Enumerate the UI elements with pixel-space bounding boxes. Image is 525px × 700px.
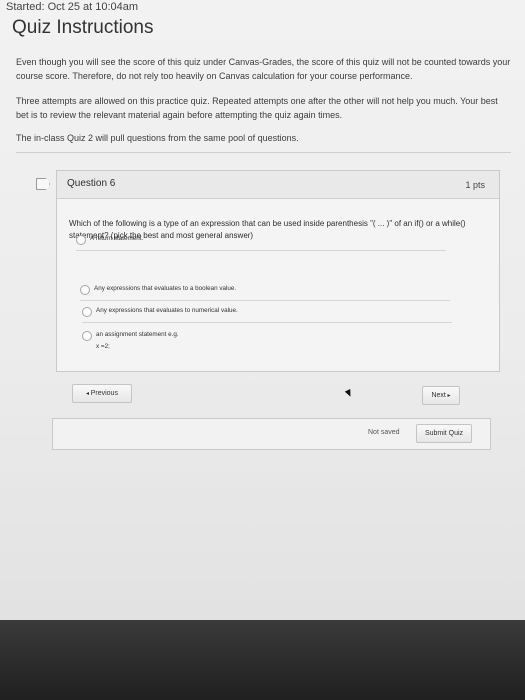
previous-label: Previous: [90, 390, 118, 397]
answer-label: an assignment statement e.g.: [96, 331, 179, 338]
question-points: 1 pts: [465, 180, 485, 190]
submit-label: Submit Quiz: [424, 430, 464, 437]
answer-example-code: x =2;: [96, 343, 110, 350]
mouse-cursor-icon: [344, 389, 354, 398]
save-status: Not saved: [368, 429, 400, 436]
radio-button[interactable]: [80, 285, 90, 295]
next-label: Next: [431, 392, 446, 399]
previous-button[interactable]: Previous: [72, 384, 132, 403]
answer-option[interactable]: Any expressions that evaluates to numeri…: [82, 304, 452, 323]
radio-button[interactable]: [76, 235, 86, 245]
question-title: Question 6: [67, 178, 116, 189]
radio-button[interactable]: [82, 331, 92, 341]
answer-label: Any expressions that evaluates to a bool…: [94, 285, 237, 292]
instruction-paragraph: Three attempts are allowed on this pract…: [16, 96, 498, 120]
instruction-paragraph: The in-class Quiz 2 will pull questions …: [16, 133, 299, 143]
submit-quiz-button[interactable]: Submit Quiz: [416, 424, 472, 443]
next-button[interactable]: Next: [422, 386, 460, 405]
browser-viewport: Started: Oct 25 at 10:04am Quiz Instruct…: [0, 0, 525, 620]
quiz-start-time: Started: Oct 25 at 10:04am: [6, 1, 139, 13]
flag-question-icon[interactable]: [36, 178, 50, 190]
question-header: Question 6 1 pts: [57, 171, 499, 199]
radio-button[interactable]: [82, 307, 92, 317]
page-title: Quiz Instructions: [12, 17, 154, 38]
instruction-paragraph: Even though you will see the score of th…: [16, 57, 511, 81]
answer-label: A return statement.: [90, 235, 144, 242]
section-divider: [16, 152, 511, 153]
answer-label: Any expressions that evaluates to numeri…: [96, 307, 238, 314]
answer-option[interactable]: an assignment statement e.g.: [82, 328, 452, 346]
answer-option[interactable]: Any expressions that evaluates to a bool…: [80, 282, 450, 301]
answer-option[interactable]: A return statement.: [76, 232, 446, 251]
monitor-bezel: [0, 620, 525, 700]
